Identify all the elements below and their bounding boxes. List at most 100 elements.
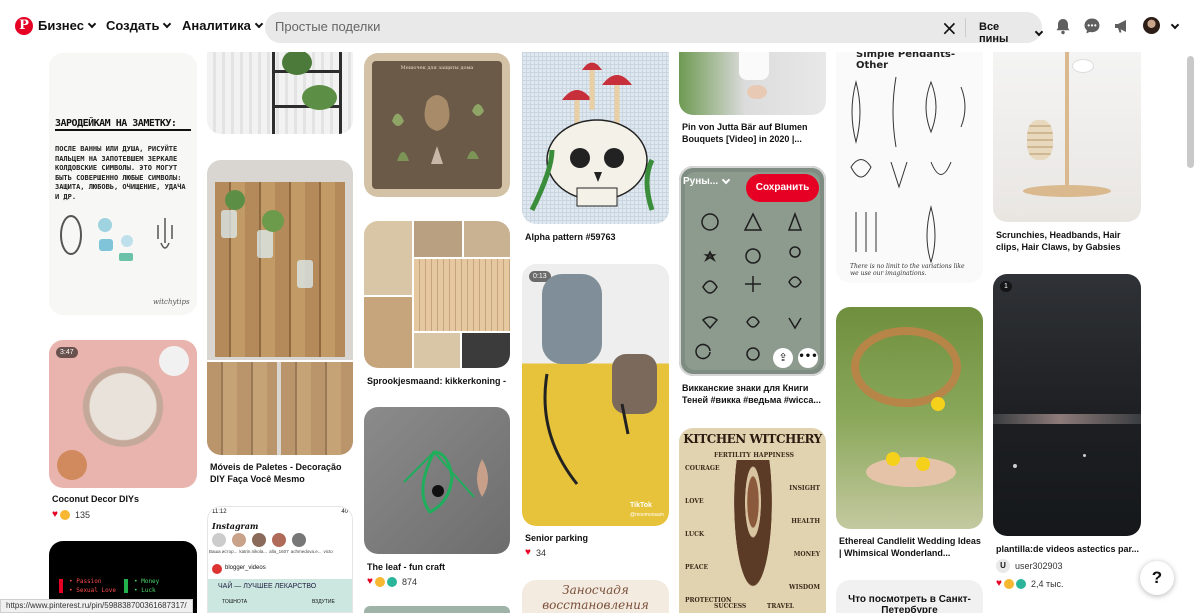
search-divider bbox=[965, 18, 966, 37]
jar-icon bbox=[297, 260, 313, 288]
pin-coconut-decor[interactable]: 3:47 bbox=[49, 340, 197, 488]
flower-icon bbox=[916, 457, 930, 471]
clear-search-icon[interactable]: × bbox=[941, 16, 958, 40]
story-name: Ваша истор... bbox=[209, 549, 238, 554]
scrollbar[interactable] bbox=[1187, 56, 1194, 168]
witch-illustration bbox=[731, 460, 775, 600]
candle-label-line: • Money bbox=[134, 578, 160, 585]
cursive-line: восстановления bbox=[542, 598, 649, 612]
poster-word: HAPPINESS bbox=[753, 452, 794, 459]
basket-illustration bbox=[851, 327, 961, 407]
pin-night-video[interactable]: 1 bbox=[993, 274, 1141, 536]
pin-reactions: ♥ 34 bbox=[525, 547, 546, 558]
pin-dandelion-wreath[interactable] bbox=[836, 307, 983, 529]
plant-foliage bbox=[262, 210, 284, 232]
pin-next-preview[interactable] bbox=[364, 606, 510, 613]
save-button[interactable]: Сохранить bbox=[746, 174, 819, 202]
pin-caption[interactable]: Sprookjesmaand: kikkerkoning - bbox=[367, 375, 507, 387]
pin-plant-shelf[interactable] bbox=[207, 40, 353, 134]
search-input[interactable] bbox=[275, 19, 875, 34]
hand bbox=[747, 85, 767, 99]
pin-caption[interactable]: Ethereal Candlelit Wedding Ideas | Whims… bbox=[839, 535, 981, 559]
pin-reactions: ♥ 2,4 тыс. bbox=[996, 578, 1064, 589]
pin-caption[interactable]: The leaf - fun craft bbox=[367, 561, 507, 573]
pin-wiccan-runes-hovered[interactable]: Руны... Сохранить ⇪ ••• bbox=[679, 166, 826, 376]
pin-kitchen-witchery[interactable]: KITCHEN WITCHERY FERTILITY HAPPINESS COU… bbox=[679, 428, 826, 613]
card-title: Что посмотреть в Санкт-Петербурге bbox=[848, 594, 971, 613]
pin-alpha-pattern[interactable] bbox=[522, 40, 669, 224]
heart-icon: ♥ bbox=[367, 576, 373, 587]
reaction-count: 2,4 тыс. bbox=[1030, 578, 1064, 589]
chevron-down-icon[interactable] bbox=[1170, 20, 1180, 30]
sheet-footer: There is no limit to the variations like… bbox=[850, 263, 965, 277]
poster-word: PEACE bbox=[685, 564, 709, 571]
pin-spb-guide[interactable]: Что посмотреть в Санкт-Петербурге bbox=[836, 580, 983, 613]
nav-business[interactable]: Бизнес bbox=[38, 18, 97, 33]
pin-caption[interactable]: Scrunchies, Headbands, Hair clips, Hair … bbox=[996, 229, 1140, 253]
stand-pole bbox=[1065, 52, 1069, 192]
pin-wishing-well[interactable] bbox=[364, 221, 510, 368]
pin-instagram-screenshot[interactable]: 11:12 40 Instagram Ваша истор... katrin.… bbox=[207, 506, 353, 613]
nav-business-label: Бизнес bbox=[38, 18, 84, 33]
pin-signature: witchytips bbox=[153, 298, 190, 306]
craft-step bbox=[364, 221, 412, 295]
pin-scrunchies-stand[interactable] bbox=[993, 40, 1141, 222]
pin-reactions: ♥ 874 bbox=[367, 576, 417, 587]
craft-step bbox=[414, 221, 462, 257]
candle-icon bbox=[124, 579, 128, 593]
craft-step bbox=[464, 221, 510, 257]
phone-time: 11:12 bbox=[212, 509, 227, 515]
board-select-dropdown[interactable]: Руны... bbox=[683, 175, 731, 187]
pin-caption[interactable]: Coconut Decor DIYs bbox=[52, 493, 198, 505]
pin-leaf-craft[interactable] bbox=[364, 407, 510, 554]
nav-analytics[interactable]: Аналитика bbox=[182, 18, 264, 33]
candle-label: • Money • Luck bbox=[134, 577, 159, 595]
search-bar: × Все пины bbox=[265, 12, 1044, 45]
city-light bbox=[1083, 454, 1086, 457]
story-name: victo bbox=[323, 549, 333, 554]
megaphone-icon[interactable] bbox=[1113, 17, 1131, 35]
skull-pixel-art bbox=[529, 62, 655, 212]
pin-witchy-tip[interactable]: ЗАРОДЕЙКАМ НА ЗАМЕТКУ: ПОСЛЕ ВАННЫ ИЛИ Д… bbox=[49, 53, 197, 315]
pin-caption[interactable]: Alpha pattern #59763 bbox=[525, 231, 665, 243]
pin-caption[interactable]: Pin von Jutta Bär auf Blumen Bouquets [V… bbox=[682, 121, 820, 145]
post-image: ЧАЙ — ЛУЧШЕЕ ЛЕКАРСТВО ТОШНОТА ВЗДУТИЕ bbox=[208, 579, 352, 612]
pin-senior-parking-video[interactable]: 0:13 TikTok @moomoosam bbox=[522, 264, 669, 526]
pinterest-logo[interactable]: P bbox=[15, 17, 33, 35]
search-scope-dropdown[interactable]: Все пины bbox=[979, 21, 1044, 45]
nav-analytics-label: Аналитика bbox=[182, 18, 251, 33]
pin-simple-pendants[interactable]: Simple Pendants-Other There is no limit … bbox=[836, 40, 983, 283]
pin-reactions: ♥ 135 bbox=[52, 509, 90, 520]
pin-caption[interactable]: Móveis de Paletes - Decoração DIY Faça V… bbox=[210, 461, 350, 485]
avatar[interactable] bbox=[1143, 17, 1160, 34]
plate-decoration bbox=[57, 450, 87, 480]
chalk-board: Мешочек для защиты дома bbox=[372, 61, 502, 189]
nav-create[interactable]: Создать bbox=[106, 18, 172, 33]
share-icon[interactable]: ⇪ bbox=[773, 348, 793, 368]
pin-herb-pouch[interactable]: Мешочек для защиты дома bbox=[364, 53, 510, 197]
help-button[interactable]: ? bbox=[1140, 561, 1174, 595]
leaf-stitch-illustration bbox=[403, 450, 488, 514]
craft-step bbox=[414, 333, 460, 368]
city-light bbox=[1013, 464, 1017, 468]
pin-pallet-planters[interactable] bbox=[207, 160, 353, 455]
horizon bbox=[993, 414, 1141, 424]
candle-icon bbox=[59, 579, 63, 593]
heart-icon: ♥ bbox=[525, 547, 531, 558]
poster-word: WISDOM bbox=[789, 584, 820, 591]
star-reaction-icon bbox=[386, 576, 397, 587]
phone-status: 40 bbox=[341, 509, 348, 515]
pin-author[interactable]: U user302903 bbox=[996, 559, 1063, 573]
tiktok-label: TikTok bbox=[630, 502, 652, 509]
pin-caption[interactable]: plantilla:de videos astectics par... bbox=[996, 543, 1140, 555]
bell-icon[interactable] bbox=[1054, 17, 1072, 35]
pin-cursive-card[interactable]: Заносчадя восстановления bbox=[522, 580, 669, 613]
more-options-icon[interactable]: ••• bbox=[798, 348, 818, 368]
browser-status-url: https://www.pinterest.ru/pin/59883870036… bbox=[0, 599, 193, 613]
pin-caption[interactable]: Викканские знаки для Книги Теней #викка … bbox=[682, 382, 822, 406]
story-names: Ваша истор... katrin.nikola... alla_1607… bbox=[209, 549, 352, 554]
chevron-down-icon bbox=[254, 19, 264, 29]
heart-icon: ♥ bbox=[996, 578, 1002, 589]
pin-caption[interactable]: Senior parking bbox=[525, 532, 665, 544]
chat-icon[interactable] bbox=[1083, 17, 1101, 35]
